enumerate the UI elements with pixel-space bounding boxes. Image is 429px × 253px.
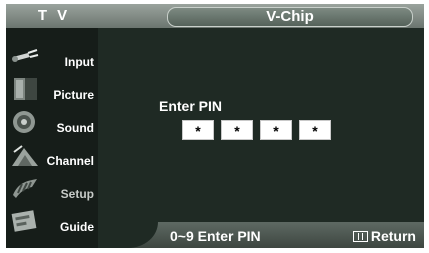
sidebar-item-input[interactable]: Input (6, 40, 98, 73)
pin-digit-box[interactable]: * (182, 120, 214, 140)
enter-pin-prompt: Enter PIN (159, 98, 223, 114)
sidebar-item-label: Picture (53, 88, 94, 102)
speaker-icon (13, 111, 35, 133)
sidebar-item-label: Guide (59, 220, 94, 234)
sidebar-item-picture[interactable]: Picture (6, 73, 98, 106)
pin-entry-hint: 0~9 Enter PIN (170, 228, 261, 244)
help-bar: 0~9 Enter PIN Return (98, 222, 424, 248)
sidebar-item-sound[interactable]: Sound (6, 106, 98, 139)
return-button[interactable]: Return (352, 228, 416, 244)
setup-icon (13, 179, 37, 198)
program-guide-icon (11, 210, 37, 232)
menu-return-icon (352, 231, 368, 242)
sidebar-item-label: Input (64, 55, 94, 69)
sidebar-item-guide[interactable]: Guide (6, 205, 98, 238)
sidebar-item-setup[interactable]: Setup (6, 172, 98, 205)
menu-title: V-Chip (167, 7, 413, 27)
picture-icon (14, 78, 37, 100)
pin-digit-box[interactable]: * (260, 120, 292, 140)
tv-label: T V (37, 7, 71, 24)
input-plug-icon (12, 49, 39, 62)
sidebar-item-channel[interactable]: Channel (6, 139, 98, 172)
tv-osd-screen: T V V-Chip Input Picture Sound Channel S… (6, 4, 424, 248)
help-bar-curve (98, 222, 158, 248)
pin-digit-box[interactable]: * (221, 120, 253, 140)
pin-digit-box[interactable]: * (299, 120, 331, 140)
sidebar-item-label: Channel (46, 154, 94, 168)
return-label: Return (370, 228, 416, 244)
sidebar-item-label: Setup (60, 187, 94, 201)
title-bar: T V V-Chip (6, 4, 424, 28)
sidebar-menu: Input Picture Sound Channel Setup Guide (6, 28, 98, 248)
satellite-dish-icon (12, 145, 38, 166)
sidebar-item-label: Sound (56, 121, 94, 135)
